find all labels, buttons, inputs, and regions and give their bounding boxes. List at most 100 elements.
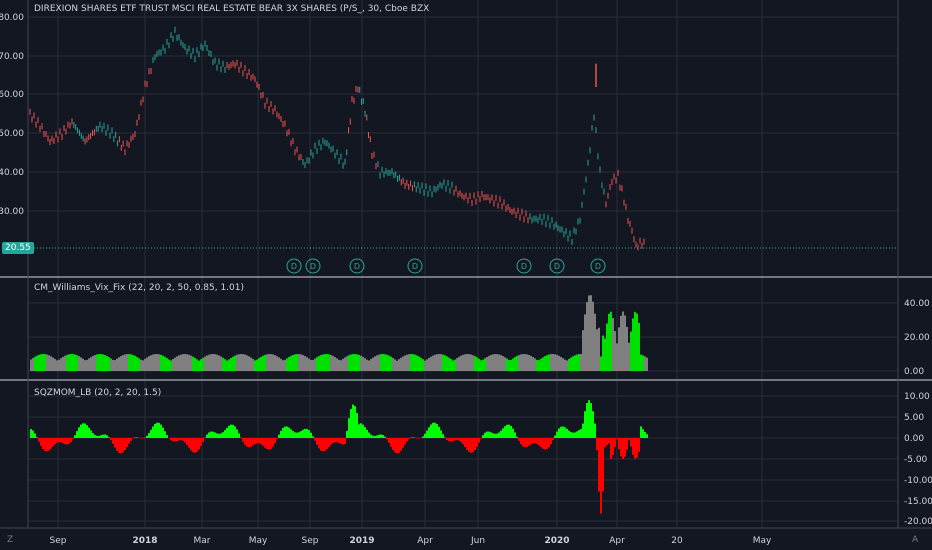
sqzmom-bar <box>344 438 346 445</box>
vix-fix-bar <box>104 355 106 371</box>
vix-fix-bar <box>276 356 278 371</box>
vix-fix-bar <box>384 354 386 371</box>
vix-fix-bar <box>506 358 508 371</box>
sqzmom-bar <box>422 436 424 438</box>
vix-fix-bar <box>134 355 136 371</box>
vix-fix-bar <box>374 356 376 371</box>
sqzmom-bar <box>88 427 90 438</box>
vix-axis-label: 0.00 <box>904 367 924 377</box>
auto-scale-button[interactable]: A <box>912 535 918 545</box>
vix-fix-bar <box>490 354 492 371</box>
vix-fix-bar <box>106 355 108 371</box>
vix-fix-bar <box>302 355 304 371</box>
vix-fix-bar <box>514 357 516 371</box>
vix-fix-bar <box>416 355 418 371</box>
vix-fix-bar <box>116 358 118 371</box>
vix-fix-bar <box>264 354 266 371</box>
sqzmom-bar <box>644 431 646 438</box>
vix-fix-bar <box>122 355 124 371</box>
vix-fix-bar <box>256 359 258 371</box>
vix-fix-bar <box>518 355 520 371</box>
sqzmom-bar <box>552 438 554 441</box>
vix-fix-bar <box>482 359 484 371</box>
vix-fix-bar <box>582 330 584 371</box>
sqzmom-bar <box>572 432 574 438</box>
vix-fix-bar <box>580 354 582 371</box>
vix-fix-bar <box>614 331 616 371</box>
sqzmom-bar <box>354 406 356 438</box>
sqzmom-bar <box>90 430 92 438</box>
sqzmom-bar <box>278 434 280 438</box>
timezone-button[interactable]: Z <box>7 535 13 545</box>
vix-fix-bar <box>36 355 38 371</box>
sqzmom-bar <box>44 438 46 451</box>
sqzmom-bar <box>210 431 212 438</box>
vix-fix-bar <box>62 356 64 371</box>
vix-fix-bar <box>84 360 86 371</box>
sqzmom-bar <box>136 437 138 438</box>
vix-fix-bar <box>638 323 640 371</box>
sqzmom-bar <box>352 404 354 438</box>
vix-fix-bar <box>204 356 206 371</box>
sqzmom-bar <box>206 434 208 438</box>
vix-fix-bar <box>358 354 360 371</box>
symbol-title[interactable]: DIREXION SHARES ETF TRUST MSCI REAL ESTA… <box>34 4 429 14</box>
sqzmom-legend[interactable]: SQZMOM_LB (20, 2, 20, 1.5) <box>34 388 161 398</box>
vix-fix-bar <box>226 360 228 371</box>
chart-canvas[interactable]: D D D D D D D Sep 2018 Mar May Sep 2019 Apr Jun 2020 Ap… <box>0 0 932 550</box>
sqzmom-bar <box>242 438 244 442</box>
vix-fix-bar <box>404 355 406 371</box>
vix-fix-bar <box>380 354 382 371</box>
price-axis-label: 80.00 <box>0 13 24 23</box>
sqzmom-bar <box>236 429 238 438</box>
price-series[interactable] <box>29 26 645 251</box>
vix-fix-bar <box>414 354 416 371</box>
vix-fix-bar <box>642 355 644 371</box>
sqzmom-bar <box>402 438 404 448</box>
vix-fix-bar <box>448 357 450 371</box>
vix-fix-bar <box>444 355 446 371</box>
sqzmom-bar <box>608 438 610 444</box>
price-axis-label: 50.00 <box>0 129 24 139</box>
sqzmom-bar <box>212 431 214 438</box>
sqzmom-bar <box>246 438 248 447</box>
sqzmom-bar <box>542 438 544 449</box>
vix-fix-bar <box>476 357 478 371</box>
vix-fix-bar <box>146 357 148 371</box>
sqzmom-bar <box>102 434 104 438</box>
sqzmom-bar <box>436 424 438 438</box>
vix-fix-bar <box>394 359 396 371</box>
sqzmom-bar <box>190 438 192 451</box>
vix-fix-bar <box>634 311 636 371</box>
sqzmom-bar <box>548 438 550 448</box>
sqzmom-bar <box>164 431 166 438</box>
sqzmom-bar <box>350 408 352 438</box>
sqzmom-bar <box>126 438 128 447</box>
vix-fix-histogram[interactable] <box>30 295 648 371</box>
vix-fix-bar <box>568 358 570 371</box>
vix-fix-bar <box>410 354 412 371</box>
vix-fix-bar <box>474 356 476 371</box>
vix-fix-legend[interactable]: CM_Williams_Vix_Fix (22, 20, 2, 50, 0.85… <box>34 283 244 293</box>
vix-fix-bar <box>456 358 458 371</box>
sqzmom-bar <box>284 426 286 438</box>
vix-fix-bar <box>198 360 200 371</box>
sqzmom-bar <box>48 438 50 451</box>
vix-fix-bar <box>248 356 250 371</box>
sqzmom-bar <box>510 425 512 438</box>
vix-fix-bar <box>586 302 588 371</box>
vix-fix-bar <box>516 355 518 371</box>
vix-fix-bar <box>70 354 72 371</box>
sqzmom-bar <box>238 433 240 438</box>
dividend-markers[interactable]: DDDDDDD <box>286 258 606 274</box>
vix-fix-bar <box>196 359 198 371</box>
vix-fix-bar <box>502 356 504 371</box>
vix-fix-bar <box>600 356 602 371</box>
sqzmom-bar <box>600 438 602 514</box>
sqz-axis-label: -10.00 <box>904 476 932 486</box>
sqzmom-bar <box>68 438 70 444</box>
vix-fix-bar <box>72 354 74 371</box>
vix-fix-bar <box>90 357 92 371</box>
sqzmom-bar <box>632 438 634 455</box>
vix-fix-bar <box>326 354 328 371</box>
